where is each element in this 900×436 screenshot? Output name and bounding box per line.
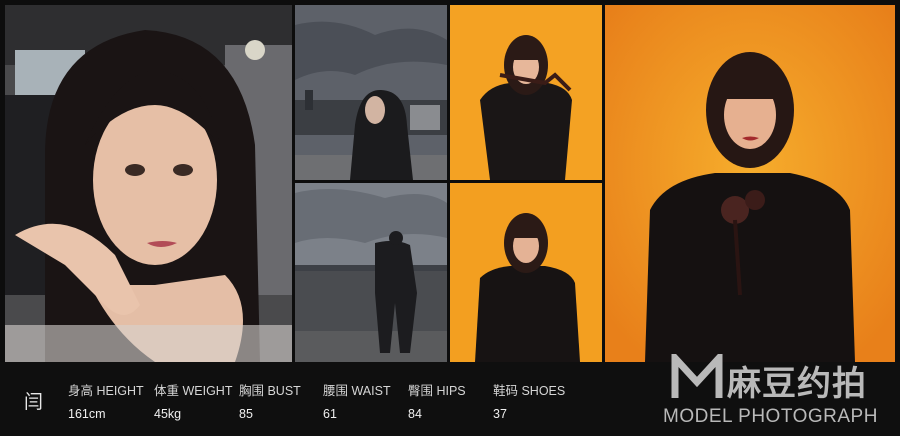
- stat-weight-value: 45kg: [154, 407, 182, 421]
- stat-waist-value: 61: [323, 407, 337, 421]
- stat-weight: 体重 WEIGHT 45kg: [154, 380, 232, 421]
- stat-hips-value: 84: [408, 407, 422, 421]
- stat-shoes: 鞋码 SHOES 37: [493, 380, 565, 421]
- stat-bust: 胸围 BUST 85: [239, 380, 301, 421]
- stat-hips-label: 臀围 HIPS: [408, 384, 466, 398]
- photo-orange-studio-portrait[interactable]: [605, 5, 895, 362]
- photo-orange-studio-2[interactable]: [450, 183, 602, 362]
- stat-hips: 臀围 HIPS 84: [408, 380, 466, 421]
- stat-height-value: 161cm: [68, 407, 106, 421]
- stat-shoes-value: 37: [493, 407, 507, 421]
- stat-weight-label: 体重 WEIGHT: [154, 384, 233, 398]
- brand-logo: 麻豆约拍 MODEL PHOTOGRAPH: [663, 352, 888, 432]
- stat-height: 身高 HEIGHT 161cm: [68, 380, 144, 421]
- photo-orange-studio-1[interactable]: [450, 5, 602, 180]
- stat-height-label: 身高 HEIGHT: [68, 384, 144, 398]
- logo-m-mark: [671, 354, 723, 398]
- brand-name-cn: 麻豆约拍: [727, 364, 867, 404]
- stat-waist-label: 腰围 WAIST: [323, 384, 391, 398]
- stat-shoes-label: 鞋码 SHOES: [493, 384, 566, 398]
- stat-waist: 腰围 WAIST 61: [323, 380, 391, 421]
- photo-car-selfie[interactable]: [5, 5, 292, 362]
- brand-name-en: MODEL PHOTOGRAPH: [663, 406, 878, 427]
- stat-bust-label: 胸围 BUST: [239, 384, 301, 398]
- photo-rooftop-cloudy-2[interactable]: [295, 183, 447, 362]
- stat-bust-value: 85: [239, 407, 253, 421]
- model-name: 闫: [24, 391, 44, 413]
- photo-rooftop-cloudy-1[interactable]: [295, 5, 447, 180]
